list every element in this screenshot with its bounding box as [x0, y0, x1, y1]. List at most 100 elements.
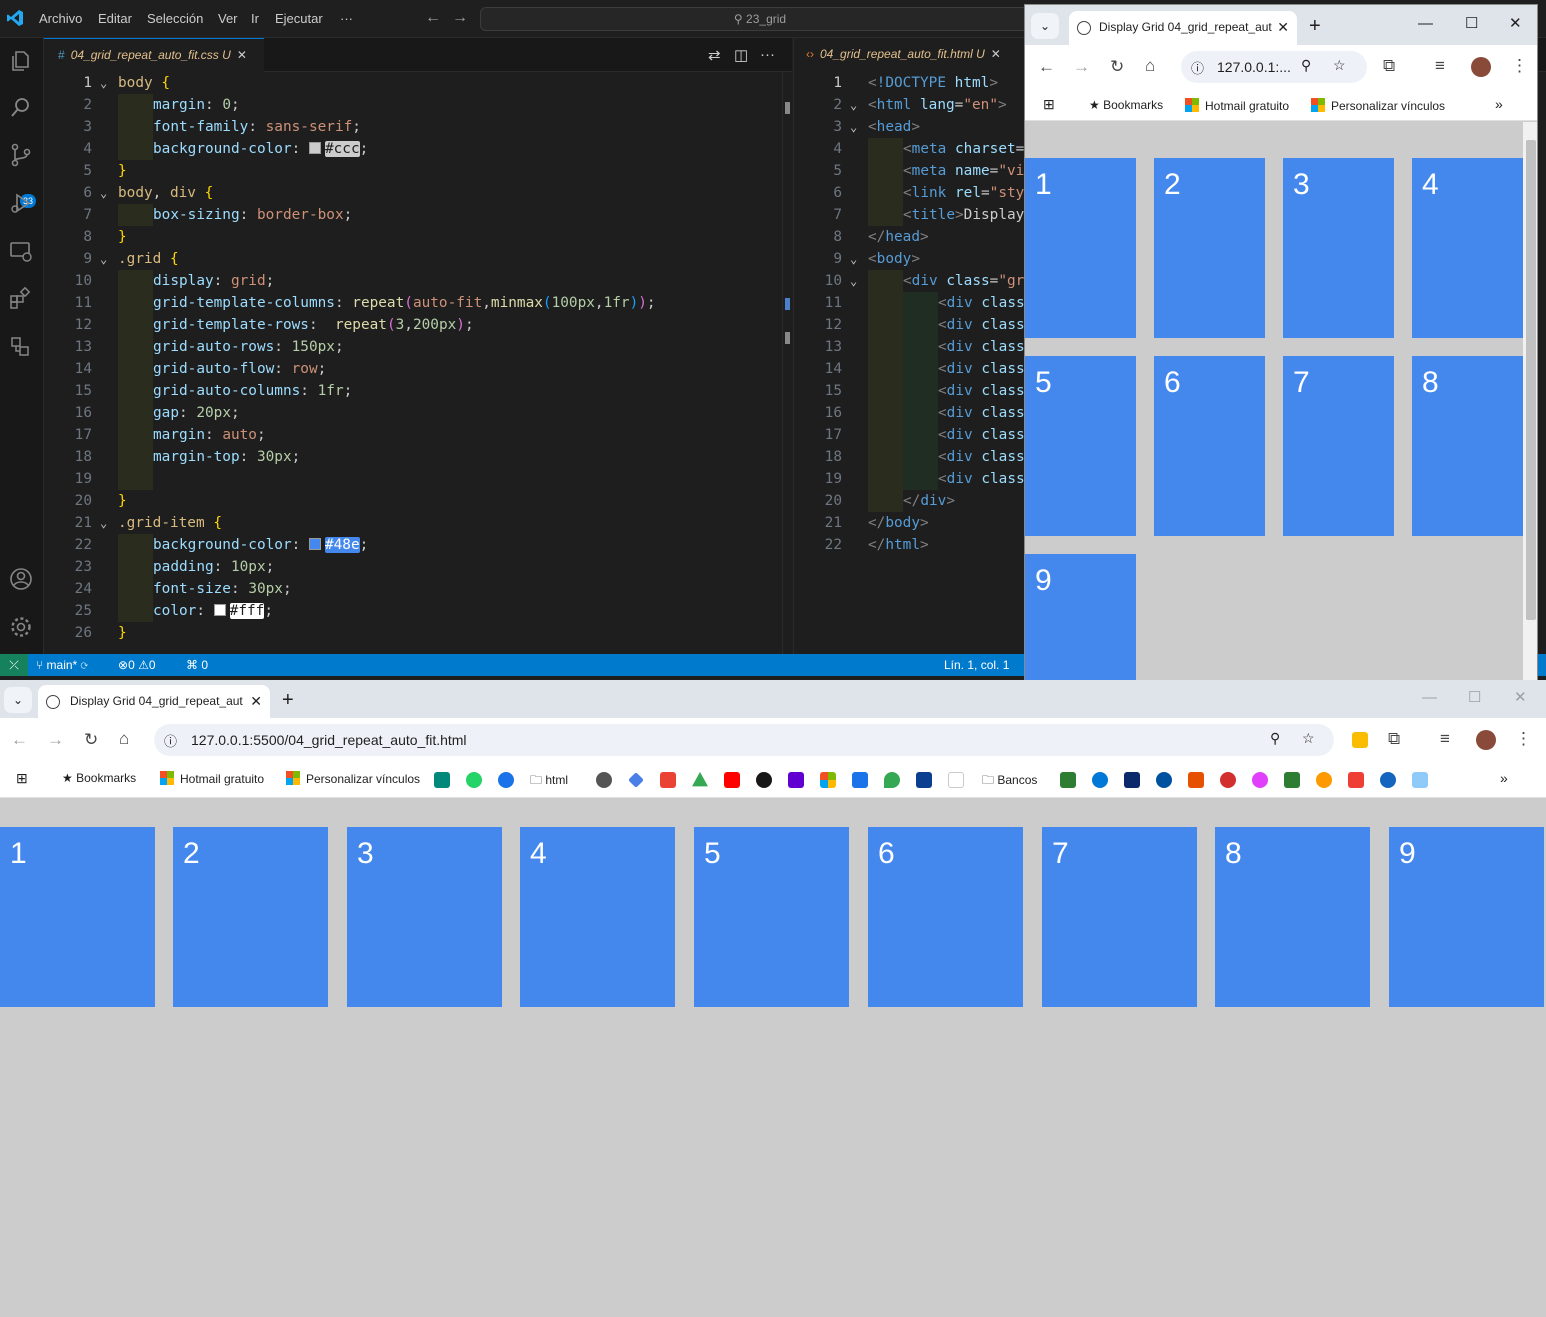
openai-icon[interactable] [596, 772, 612, 788]
bookmark-bancos-folder[interactable]: 🗀 Bancos [982, 771, 1037, 792]
compare-changes-icon[interactable]: ⇄ [708, 46, 721, 64]
more-bookmarks-icon[interactable]: » [1495, 96, 1503, 112]
reload-icon[interactable]: ↻ [1110, 57, 1124, 77]
tab-html-file[interactable]: ‹› 04_grid_repeat_auto_fit.html U ✕ [794, 38, 1029, 72]
drive-icon[interactable] [692, 772, 708, 787]
fold-chevron-icon[interactable]: ⌄ [100, 512, 107, 534]
forward-arrow-icon[interactable]: → [1073, 57, 1090, 77]
menu-kebab-icon[interactable]: ⋮ [1515, 729, 1532, 749]
run-debug-icon[interactable] [8, 190, 34, 216]
close-window-icon[interactable]: ✕ [1509, 14, 1522, 32]
close-icon[interactable]: ✕ [237, 48, 247, 62]
bank-icon[interactable] [1060, 772, 1076, 788]
close-icon[interactable]: ✕ [991, 47, 1001, 61]
tab-search-button[interactable]: ⌄ [4, 687, 32, 713]
maximize-icon[interactable]: ☐ [1468, 688, 1481, 706]
extensions-puzzle-icon[interactable]: ⧉ [1383, 56, 1395, 76]
bookmark-bookmarks[interactable]: ★ Bookmarks [62, 771, 136, 785]
apps-grid-icon[interactable]: ⊞ [16, 770, 28, 787]
pocket-icon[interactable] [1348, 772, 1364, 788]
github-icon[interactable] [756, 772, 772, 788]
close-tab-icon[interactable]: ✕ [1277, 19, 1289, 36]
letter-a-icon[interactable] [1124, 772, 1140, 788]
settings-gear-icon[interactable] [8, 614, 34, 640]
bookmark-bookmarks[interactable]: ★ Bookmarks [1089, 98, 1163, 112]
profile-avatar[interactable] [1476, 730, 1496, 750]
arch-icon[interactable] [916, 772, 932, 788]
bookmark-html-folder[interactable]: 🗀 html [530, 771, 568, 792]
menu-ejecutar[interactable]: Ejecutar [275, 11, 323, 26]
home-icon[interactable]: ⌂ [1145, 56, 1155, 76]
site-info-icon[interactable]: ⓘ [1191, 58, 1204, 77]
zoom-icon[interactable]: ⚲ [1270, 730, 1280, 747]
ports-status[interactable]: ⌘ 0 [186, 658, 208, 672]
reload-icon[interactable]: ↻ [84, 730, 98, 750]
maps-icon[interactable] [884, 772, 900, 788]
bookmark-hotmail[interactable]: Hotmail gratuito [1185, 98, 1289, 113]
docker-icon[interactable] [8, 334, 34, 360]
bookmark-hotmail[interactable]: Hotmail gratuito [160, 771, 264, 786]
amazon-icon[interactable] [1316, 772, 1332, 788]
fold-chevron-icon[interactable]: ⌄ [850, 94, 857, 116]
color-swatch-icon[interactable] [213, 604, 226, 616]
forward-arrow-icon[interactable]: → [47, 730, 64, 750]
editor1-scrollbar[interactable] [782, 72, 792, 654]
profile-avatar[interactable] [1471, 57, 1491, 77]
tab-css-file[interactable]: #04_grid_repeat_auto_fit.css U ✕ [44, 38, 264, 72]
color-swatch-icon[interactable] [308, 142, 321, 154]
bank2-icon[interactable] [1284, 772, 1300, 788]
media-controls-icon[interactable]: ≡ [1440, 729, 1450, 749]
edge-icon[interactable] [1092, 772, 1108, 788]
microsoft-icon[interactable] [820, 772, 836, 788]
apps-grid-icon[interactable]: ⊞ [1043, 96, 1055, 113]
meet-icon[interactable] [434, 772, 450, 788]
keep-extension-icon[interactable] [1352, 732, 1368, 748]
fold-chevron-icon[interactable]: ⌄ [100, 72, 107, 94]
explorer-icon[interactable] [8, 48, 34, 74]
bookmark-star-icon[interactable]: ☆ [1333, 57, 1346, 74]
new-tab-plus-icon[interactable]: + [1309, 15, 1321, 38]
back-arrow-icon[interactable]: ← [1038, 57, 1055, 77]
page-scrollbar[interactable] [1523, 122, 1537, 681]
scrollbar-thumb[interactable] [1526, 140, 1536, 620]
calendar-icon[interactable] [852, 772, 868, 788]
fold-chevron-icon[interactable]: ⌄ [100, 182, 107, 204]
search-icon[interactable] [8, 94, 34, 120]
minimize-icon[interactable]: — [1418, 15, 1433, 32]
s-brand-icon[interactable] [1188, 772, 1204, 788]
fold-chevron-icon[interactable]: ⌄ [850, 248, 857, 270]
remote-indicator-icon[interactable]: ⤫ [0, 654, 28, 676]
css-editor[interactable]: 1 ⌄ body { 2 margin: 0; 3 font-family: sans-… [44, 72, 792, 654]
menu-seleccion[interactable]: Selección [147, 11, 203, 26]
browser-tab[interactable]: Display Grid 04_grid_repeat_aut ✕ [38, 685, 270, 718]
yahoo-mail-icon[interactable] [788, 772, 804, 788]
more-bookmarks-icon[interactable]: » [1500, 770, 1508, 786]
remote-explorer-icon[interactable] [8, 238, 34, 264]
messages-icon[interactable] [498, 772, 514, 788]
fold-chevron-icon[interactable]: ⌄ [850, 116, 857, 138]
color-swatch-icon[interactable] [308, 538, 321, 550]
bookmark-personalizar[interactable]: Personalizar vínculos [1311, 98, 1445, 113]
cursor-position[interactable]: Lín. 1, col. 1 [944, 658, 1009, 672]
html-editor[interactable]: 1 <!DOCTYPE html> 2 ⌄ <html lang="en"> 3 ⌄ <h… [793, 72, 1025, 654]
menu-editar[interactable]: Editar [98, 11, 132, 26]
more-actions-icon[interactable]: ··· [760, 46, 775, 63]
flower-icon[interactable] [1220, 772, 1236, 788]
octopus-icon[interactable] [1252, 772, 1268, 788]
menu-kebab-icon[interactable]: ⋮ [1511, 56, 1528, 76]
bookmark-star-icon[interactable]: ☆ [1302, 730, 1315, 747]
tab-search-button[interactable]: ⌄ [1031, 13, 1059, 39]
new-tab-plus-icon[interactable]: + [282, 689, 294, 712]
source-control-icon[interactable] [8, 142, 34, 168]
close-window-icon[interactable]: ✕ [1514, 688, 1527, 706]
zoom-icon[interactable]: ⚲ [1301, 57, 1311, 74]
close-tab-icon[interactable]: ✕ [250, 693, 262, 710]
command-center-search[interactable]: ⚲ 23_grid [480, 7, 1040, 31]
minimize-icon[interactable]: — [1422, 689, 1437, 706]
bookmark-personalizar[interactable]: Personalizar vínculos [286, 771, 420, 786]
back-arrow-icon[interactable]: ← [425, 9, 441, 27]
address-bar[interactable]: ⓘ 127.0.0.1:... ⚲ ☆ [1181, 51, 1367, 83]
fold-chevron-icon[interactable]: ⌄ [850, 270, 857, 292]
gemini-icon[interactable] [628, 772, 644, 788]
menu-more[interactable]: ··· [340, 11, 353, 26]
